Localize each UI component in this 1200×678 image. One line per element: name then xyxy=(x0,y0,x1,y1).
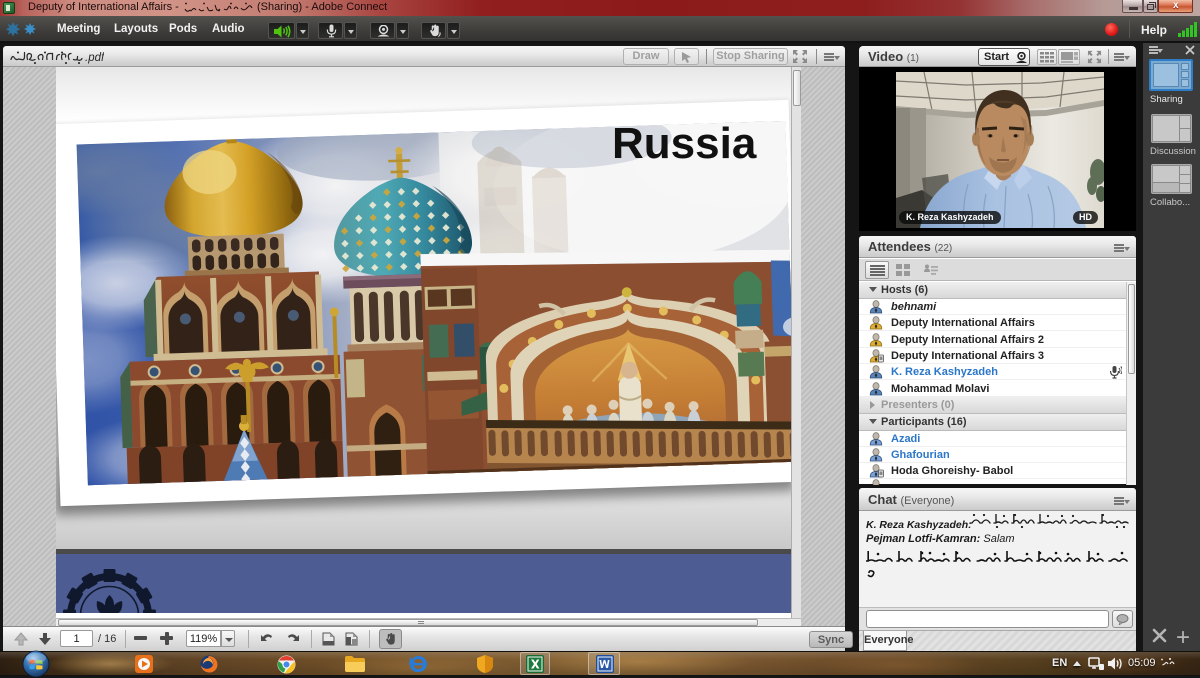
svg-text:.pdf: .pdf xyxy=(85,52,104,64)
